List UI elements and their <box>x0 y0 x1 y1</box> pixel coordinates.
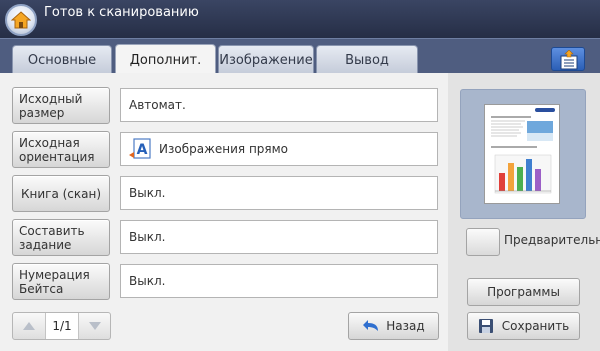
original-orientation-value[interactable]: A Изображения прямо <box>120 132 438 166</box>
tab-strip: Основные Дополнит. Изображение Вывод <box>0 38 600 75</box>
original-orientation-value-text: Изображения прямо <box>159 142 289 156</box>
tab-advanced[interactable]: Дополнит. <box>115 44 216 75</box>
page-up-button[interactable] <box>13 313 45 339</box>
page-indicator: 1/1 <box>45 313 79 339</box>
job-settings-icon <box>560 50 578 70</box>
tab-basic[interactable]: Основные <box>12 45 112 74</box>
original-orientation-button[interactable]: Исходная ориентация <box>12 131 110 168</box>
build-job-label: Составить задание <box>19 223 85 252</box>
bates-numbering-value[interactable]: Выкл. <box>120 264 438 298</box>
original-orientation-label: Исходная ориентация <box>19 135 95 164</box>
original-size-button[interactable]: Исходный размер <box>12 87 110 124</box>
tab-image[interactable]: Изображение <box>218 45 314 74</box>
original-size-label: Исходный размер <box>19 91 83 120</box>
bates-numbering-value-text: Выкл. <box>129 274 166 288</box>
preview-label: Предварительный просмотр <box>504 233 600 247</box>
page-navigator: 1/1 <box>12 312 111 340</box>
home-button[interactable] <box>5 4 37 36</box>
programs-label: Программы <box>487 285 560 299</box>
save-button[interactable]: Сохранить <box>467 312 580 340</box>
save-label: Сохранить <box>501 319 570 333</box>
chevron-up-icon <box>23 322 35 330</box>
status-title: Готов к сканированию <box>44 5 199 20</box>
build-job-value-text: Выкл. <box>129 230 166 244</box>
back-label: Назад <box>386 319 425 333</box>
orientation-icon: A <box>129 138 151 160</box>
status-bar: Готов к сканированию <box>0 0 600 38</box>
job-settings-button[interactable] <box>551 47 585 71</box>
home-icon <box>11 11 31 29</box>
page-down-button[interactable] <box>79 313 111 339</box>
save-icon <box>478 319 493 333</box>
book-scan-button[interactable]: Книга (скан) <box>12 175 110 212</box>
preview-thumbnail <box>484 104 560 204</box>
bates-numbering-button[interactable]: Нумерация Бейтса <box>12 263 110 300</box>
book-scan-label: Книга (скан) <box>20 186 102 201</box>
svg-text:A: A <box>137 142 148 158</box>
original-size-value-text: Автомат. <box>129 98 186 112</box>
book-scan-value[interactable]: Выкл. <box>120 176 438 210</box>
build-job-value[interactable]: Выкл. <box>120 220 438 254</box>
bates-numbering-label: Нумерация Бейтса <box>19 267 90 296</box>
chevron-down-icon <box>89 322 101 330</box>
undo-arrow-icon <box>363 320 379 331</box>
book-scan-value-text: Выкл. <box>129 186 166 200</box>
document-preview-image <box>491 108 555 194</box>
original-size-value[interactable]: Автомат. <box>120 88 438 122</box>
preview-checkbox[interactable] <box>466 228 500 256</box>
back-button[interactable]: Назад <box>348 312 439 340</box>
tab-output[interactable]: Вывод <box>316 45 418 74</box>
build-job-button[interactable]: Составить задание <box>12 219 110 256</box>
programs-button[interactable]: Программы <box>467 278 580 306</box>
